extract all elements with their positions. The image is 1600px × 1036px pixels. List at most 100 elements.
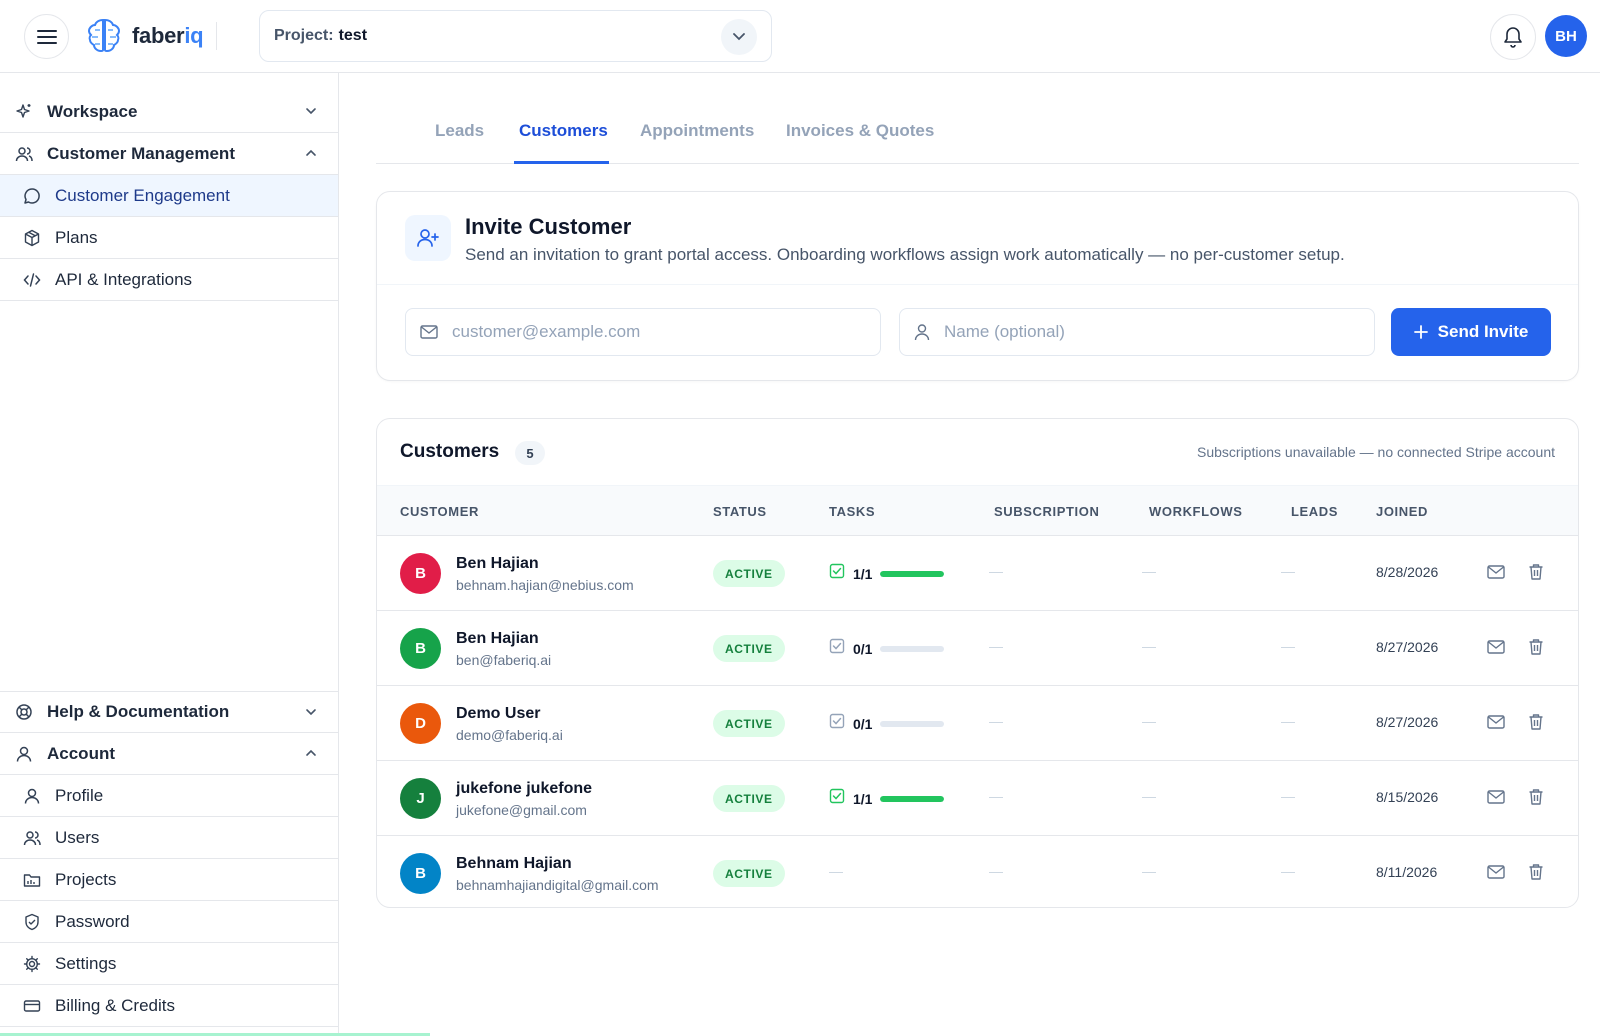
status-badge: ACTIVE bbox=[713, 860, 785, 887]
user-avatar[interactable]: BH bbox=[1545, 15, 1587, 57]
invite-description: Send an invitation to grant portal acces… bbox=[465, 245, 1345, 264]
code-icon bbox=[23, 271, 41, 289]
sidebar-item-customer-engagement[interactable]: Customer Engagement bbox=[0, 175, 338, 217]
name-input[interactable] bbox=[944, 322, 1324, 342]
notifications-button[interactable] bbox=[1490, 14, 1536, 60]
sidebar-item-billing[interactable]: Billing & Credits bbox=[0, 985, 338, 1027]
subscription-value: — bbox=[989, 788, 1003, 804]
delete-customer-button[interactable] bbox=[1525, 638, 1547, 660]
invite-title: Invite Customer bbox=[465, 214, 632, 239]
avatar: B bbox=[400, 553, 441, 594]
sidebar-item-api-integrations[interactable]: API & Integrations bbox=[0, 259, 338, 301]
logo-text: faberiq bbox=[132, 23, 204, 48]
folder-icon bbox=[23, 871, 41, 889]
customer-email: jukefone@gmail.com bbox=[456, 802, 587, 818]
delete-customer-button[interactable] bbox=[1525, 863, 1547, 885]
table-row[interactable]: B Ben Hajian behnam.hajian@nebius.com ACTIV… bbox=[377, 535, 1578, 610]
joined-date: 8/11/2026 bbox=[1376, 864, 1438, 880]
user-icon bbox=[15, 745, 33, 763]
tab-appointments[interactable]: Appointments bbox=[640, 121, 754, 141]
project-selector[interactable]: Project: test bbox=[259, 10, 772, 62]
customer-name[interactable]: jukefone jukefone bbox=[456, 780, 592, 798]
table-row[interactable]: B Ben Hajian ben@faberiq.ai ACTIVE 0/1 — — — 8/2… bbox=[377, 610, 1578, 685]
table-row[interactable]: D Demo User demo@faberiq.ai ACTIVE 0/1 — — — 8/2… bbox=[377, 685, 1578, 760]
chevron-down-icon bbox=[733, 33, 745, 41]
email-customer-button[interactable] bbox=[1485, 638, 1507, 660]
column-header[interactable]: WORKFLOWS bbox=[1149, 504, 1243, 519]
status-badge: ACTIVE bbox=[713, 635, 785, 662]
customers-table-card: Customers 5 Subscriptions unavailable — … bbox=[376, 418, 1579, 908]
tasks-progress-bar bbox=[880, 645, 945, 652]
tasks-progress-bar bbox=[880, 720, 945, 727]
email-customer-button[interactable] bbox=[1485, 863, 1507, 885]
sidebar-group-help[interactable]: Help & Documentation bbox=[0, 691, 338, 733]
sidebar-item-users[interactable]: Users bbox=[0, 817, 338, 859]
email-customer-button[interactable] bbox=[1485, 563, 1507, 585]
tab-invoices-quotes[interactable]: Invoices & Quotes bbox=[786, 121, 934, 141]
trash-icon bbox=[1528, 563, 1544, 586]
column-header[interactable]: STATUS bbox=[713, 504, 767, 519]
tasks-progress-bar bbox=[880, 570, 945, 577]
status-badge: ACTIVE bbox=[713, 560, 785, 587]
package-icon bbox=[23, 229, 41, 247]
customer-email: behnamhajiandigital@gmail.com bbox=[456, 877, 659, 893]
sidebar-item-settings[interactable]: Settings bbox=[0, 943, 338, 985]
joined-date: 8/27/2026 bbox=[1376, 714, 1439, 730]
tasks-count: 1/1 bbox=[853, 790, 873, 807]
column-header[interactable]: JOINED bbox=[1376, 504, 1428, 519]
logo-divider bbox=[216, 22, 217, 50]
customer-email: ben@faberiq.ai bbox=[456, 652, 552, 668]
sidebar-item-profile[interactable]: Profile bbox=[0, 775, 338, 817]
email-field[interactable] bbox=[405, 308, 881, 356]
sparkle-icon bbox=[15, 103, 33, 121]
column-header[interactable]: CUSTOMER bbox=[400, 504, 479, 519]
hamburger-menu-button[interactable] bbox=[24, 14, 69, 59]
name-field[interactable] bbox=[899, 308, 1375, 356]
customer-name[interactable]: Ben Hajian bbox=[456, 555, 539, 573]
column-header[interactable]: TASKS bbox=[829, 504, 875, 519]
trash-icon bbox=[1528, 863, 1544, 886]
send-invite-button[interactable]: Send Invite bbox=[1391, 308, 1551, 356]
customer-name[interactable]: Demo User bbox=[456, 705, 540, 723]
delete-customer-button[interactable] bbox=[1525, 713, 1547, 735]
trash-icon bbox=[1528, 638, 1544, 661]
tasks-progress: 1/1 bbox=[829, 563, 945, 584]
email-input[interactable] bbox=[452, 322, 832, 342]
customer-name[interactable]: Ben Hajian bbox=[456, 630, 539, 648]
customer-name[interactable]: Behnam Hajian bbox=[456, 855, 572, 873]
tasks-empty: — bbox=[829, 863, 843, 879]
column-header[interactable]: LEADS bbox=[1291, 504, 1338, 519]
tab-leads[interactable]: Leads bbox=[435, 121, 484, 141]
email-customer-button[interactable] bbox=[1485, 713, 1507, 735]
delete-customer-button[interactable] bbox=[1525, 563, 1547, 585]
tab-customers[interactable]: Customers bbox=[519, 121, 608, 141]
tasks-count: 1/1 bbox=[853, 565, 873, 582]
sidebar-group-workspace[interactable]: Workspace bbox=[0, 91, 338, 133]
mail-icon bbox=[1487, 564, 1505, 584]
joined-date: 8/27/2026 bbox=[1376, 639, 1439, 655]
checkbox-icon bbox=[829, 638, 845, 659]
leads-value: — bbox=[1281, 788, 1295, 804]
table-row[interactable]: Jjukefone jukefone jukefone@gmail.com ACTI… bbox=[377, 760, 1578, 835]
delete-customer-button[interactable] bbox=[1525, 788, 1547, 810]
mail-icon bbox=[1487, 864, 1505, 884]
sidebar-item-password[interactable]: Password bbox=[0, 901, 338, 943]
table-row[interactable]: B Behnam Hajian behnamhajiandigital@gmail.… bbox=[377, 835, 1578, 907]
avatar: J bbox=[400, 778, 441, 819]
sidebar-group-customer-management[interactable]: Customer Management bbox=[0, 133, 338, 175]
workflows-value: — bbox=[1142, 788, 1156, 804]
email-customer-button[interactable] bbox=[1485, 788, 1507, 810]
plus-icon bbox=[1413, 325, 1428, 339]
table-header: CUSTOMER STATUS TASKS SUBSCRIPTION WORKF… bbox=[377, 485, 1578, 535]
project-dropdown-button[interactable] bbox=[721, 19, 757, 55]
sidebar-item-projects[interactable]: Projects bbox=[0, 859, 338, 901]
sidebar: Workspace Customer Management Customer E… bbox=[0, 73, 339, 1036]
sidebar-item-plans[interactable]: Plans bbox=[0, 217, 338, 259]
tasks-progress-fill bbox=[880, 795, 945, 802]
chevron-up-icon bbox=[306, 149, 316, 156]
sidebar-group-account[interactable]: Account bbox=[0, 733, 338, 775]
logo[interactable]: faberiq bbox=[86, 17, 204, 55]
workflows-value: — bbox=[1142, 713, 1156, 729]
column-header[interactable]: SUBSCRIPTION bbox=[994, 504, 1099, 519]
tab-bar: Leads Customers Appointments Invoices & … bbox=[376, 100, 1579, 164]
